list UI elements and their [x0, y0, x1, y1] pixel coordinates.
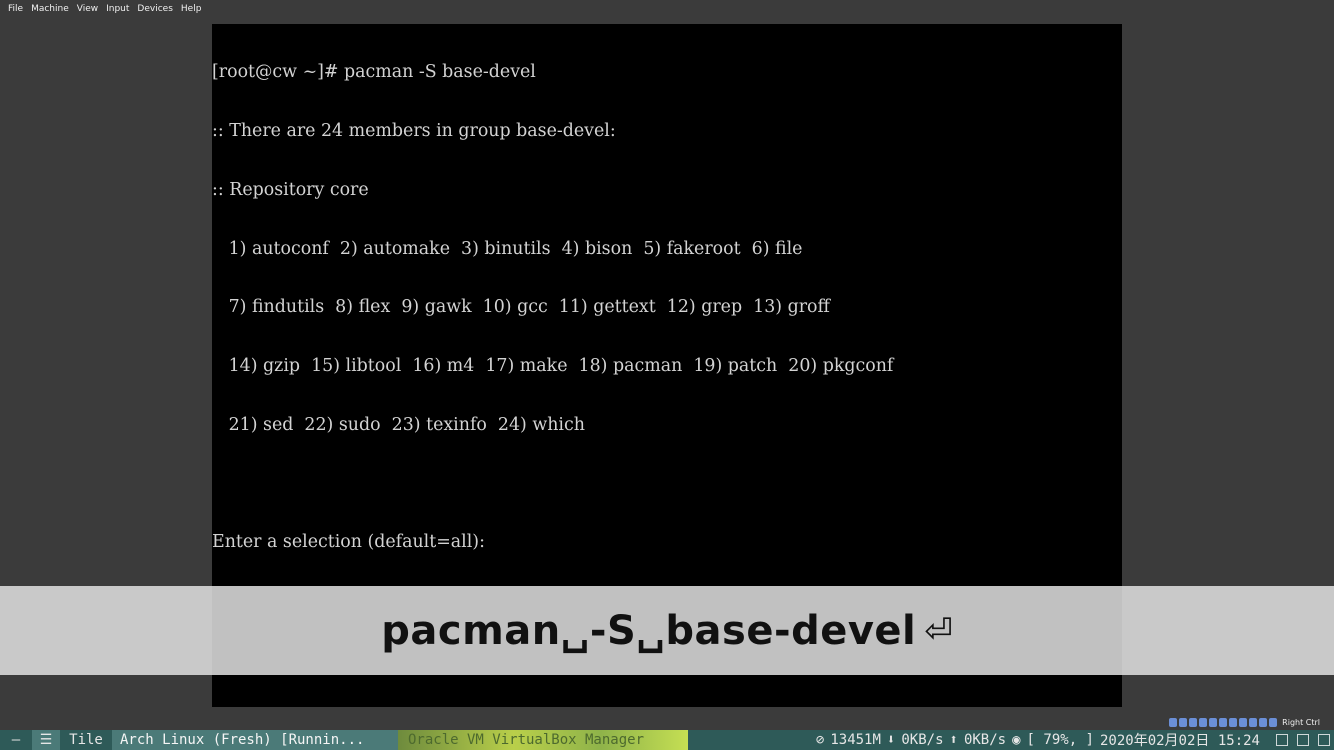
menu-machine[interactable]: Machine — [29, 4, 71, 14]
menu-view[interactable]: View — [75, 4, 100, 14]
menu-file[interactable]: File — [6, 4, 25, 14]
usb-icon[interactable] — [1209, 717, 1218, 727]
upload-rate: 0KB/s — [963, 732, 1007, 748]
vm-menubar: File Machine View Input Devices Help — [0, 0, 1334, 18]
terminal-line: 21) sed 22) sudo 23) texinfo 24) which — [212, 414, 585, 435]
menu-devices[interactable]: Devices — [135, 4, 174, 14]
taskbar-window-virtualbox-manager[interactable]: Oracle VM VirtualBox Manager — [398, 730, 688, 750]
keyboard-icon[interactable] — [1269, 717, 1278, 727]
cpu-icon[interactable] — [1249, 717, 1258, 727]
taskbar-end-icons — [1272, 730, 1334, 750]
keystroke-text: pacman␣-S␣base-devel — [381, 607, 917, 654]
memory-usage: 13451M — [830, 732, 881, 748]
layout-indicator[interactable]: Tile — [60, 730, 112, 750]
optical-drive-icon[interactable] — [1179, 717, 1188, 727]
terminal-line: :: Repository core — [212, 179, 369, 200]
download-icon: ⬇ — [886, 732, 896, 748]
audio-icon[interactable] — [1189, 717, 1198, 727]
upload-icon: ⬆ — [949, 732, 958, 748]
terminal-line: 1) autoconf 2) automake 3) binutils 4) b… — [212, 238, 803, 259]
mouse-integration-icon[interactable] — [1259, 717, 1268, 727]
menu-help[interactable]: Help — [179, 4, 204, 14]
shared-folder-icon[interactable] — [1219, 717, 1228, 727]
memory-icon: ⊘ — [815, 732, 825, 748]
menu-button[interactable]: ☰ — [32, 730, 60, 750]
system-stats: ⊘ 13451M ⬇ 0KB/s ⬆ 0KB/s ◉ [ 79%, ] 2020… — [688, 730, 1272, 750]
minimize-button[interactable]: — — [0, 730, 32, 750]
display-icon[interactable] — [1229, 717, 1238, 727]
terminal-line: [root@cw ~]# pacman -S base-devel — [212, 62, 536, 83]
volume-level[interactable]: [ 79%, ] — [1027, 732, 1094, 748]
taskbar-window-arch-linux[interactable]: Arch Linux (Fresh) [Runnin... — [112, 730, 398, 750]
network-icon[interactable] — [1199, 717, 1208, 727]
host-key-label: Right Ctrl — [1282, 717, 1320, 727]
taskbar: — ☰ Tile Arch Linux (Fresh) [Runnin... O… — [0, 730, 1334, 750]
terminal-line: :: There are 24 members in group base-de… — [212, 120, 616, 141]
terminal-line: 7) findutils 8) flex 9) gawk 10) gcc 11)… — [212, 297, 830, 318]
volume-icon: ◉ — [1012, 732, 1021, 748]
clock: 2020年02月02日 15:24 — [1099, 733, 1260, 749]
hard-disk-icon[interactable] — [1169, 717, 1178, 727]
download-rate: 0KB/s — [901, 732, 944, 748]
vm-status-tray: Right Ctrl — [1169, 715, 1320, 729]
recording-icon[interactable] — [1239, 717, 1248, 727]
menu-input[interactable]: Input — [104, 4, 131, 14]
notification-icon[interactable] — [1317, 734, 1330, 746]
window-icon[interactable] — [1296, 734, 1309, 746]
terminal-line: 14) gzip 15) libtool 16) m4 17) make 18)… — [212, 356, 894, 377]
keystroke-overlay: pacman␣-S␣base-devel ⏎ — [0, 586, 1334, 675]
terminal-prompt-line: Enter a selection (default=all): — [212, 532, 485, 553]
record-icon[interactable] — [1276, 734, 1289, 746]
terminal-output: [root@cw ~]# pacman -S base-devel :: The… — [212, 24, 1122, 592]
return-key-icon: ⏎ — [924, 610, 953, 651]
